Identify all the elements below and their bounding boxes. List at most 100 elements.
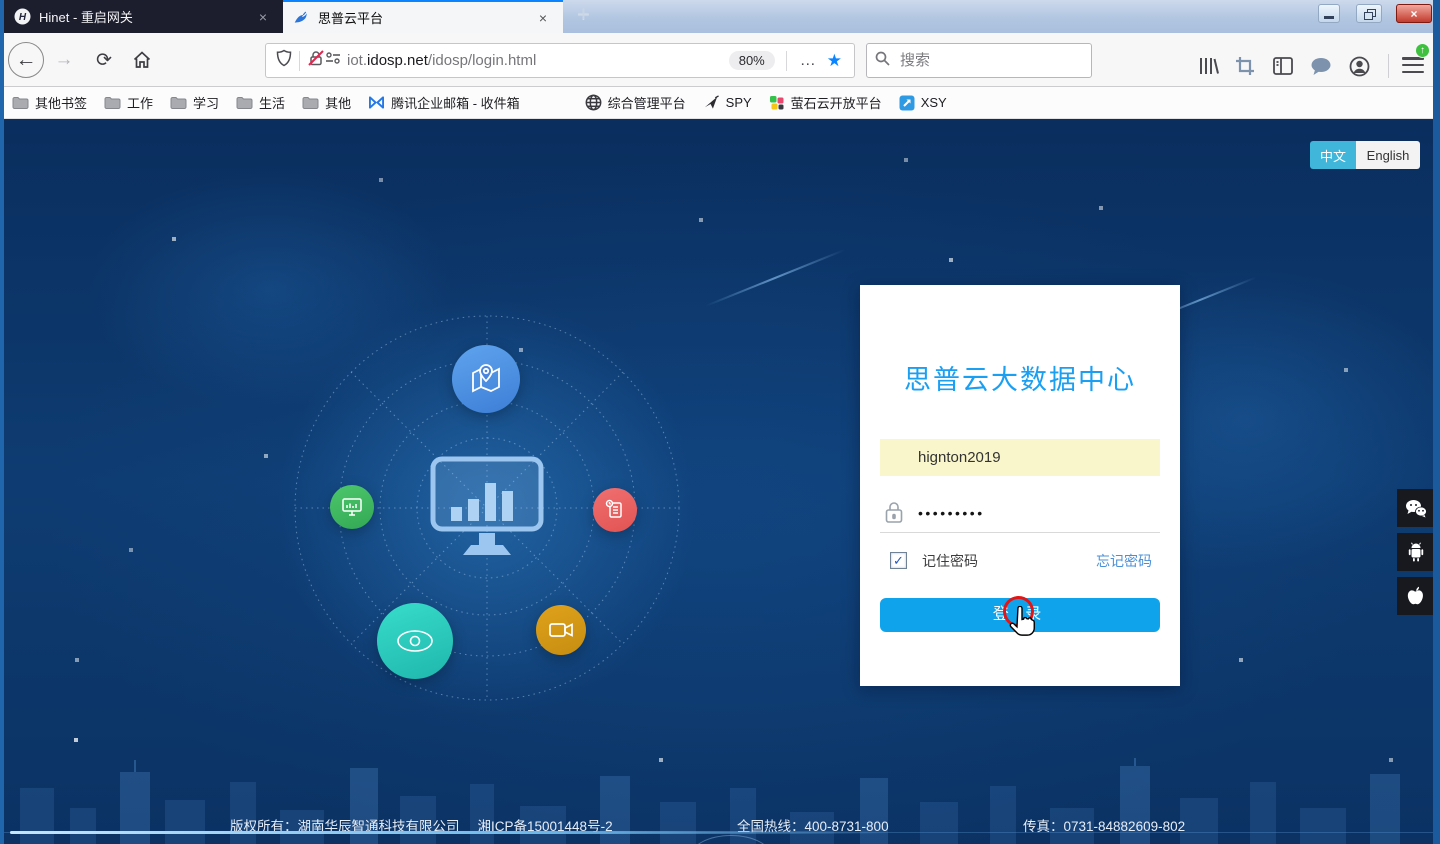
language-toggle: 中文 English [1310, 141, 1420, 169]
folder-icon [302, 96, 319, 110]
lang-english-button[interactable]: English [1356, 141, 1420, 169]
app-download-rail [1397, 489, 1435, 621]
remember-row: ✓ 记住密码 忘记密码 [860, 551, 1180, 571]
account-icon[interactable] [1347, 55, 1371, 77]
footer-highlight-line [10, 831, 888, 834]
forgot-password-link[interactable]: 忘记密码 [1096, 551, 1152, 571]
library-icon[interactable] [1196, 55, 1220, 77]
ezviz-icon [769, 95, 785, 111]
titlebar: + × [563, 0, 1433, 33]
folder-icon [236, 96, 253, 110]
monitor-icon [341, 497, 363, 517]
xsy-arrow-icon [899, 95, 915, 111]
url-bar[interactable]: iot.idosp.net/idosp/login.html 80% … ★ [265, 43, 855, 78]
password-field[interactable]: ••••••••• [880, 493, 1160, 533]
zoom-level-badge[interactable]: 80% [729, 51, 775, 70]
navigation-toolbar: ← → ⟳ iot.idosp.net/idosp/login.html 80%… [0, 33, 1440, 87]
page-actions-button[interactable]: … [794, 52, 823, 70]
svg-text:H: H [19, 12, 27, 23]
login-title: 思普云大数据中心 [860, 358, 1180, 397]
bookmark-folder-misc[interactable]: 其他 [302, 93, 351, 112]
close-window-button[interactable]: × [1396, 4, 1432, 23]
lang-chinese-button[interactable]: 中文 [1310, 141, 1356, 169]
sipu-favicon-icon [293, 9, 310, 26]
eye-icon [395, 628, 435, 654]
tab-bar: H Hinet - 重启网关 × 思普云平台 × + × [0, 0, 1440, 33]
tab-hinet[interactable]: H Hinet - 重启网关 × [4, 0, 283, 33]
wechat-icon [1405, 499, 1427, 518]
minimize-button[interactable] [1318, 4, 1340, 23]
bookmarks-bar: 其他书签 工作 学习 生活 其他 腾讯企业邮箱 - 收件箱 综合管理平台 SP [0, 87, 1440, 119]
browser-window: H Hinet - 重启网关 × 思普云平台 × + × ← → ⟳ [0, 0, 1440, 844]
hinet-favicon-icon: H [14, 8, 31, 25]
bookmark-tencent-mail[interactable]: 腾讯企业邮箱 - 收件箱 [368, 93, 520, 112]
window-border [1433, 0, 1440, 844]
android-app-button[interactable] [1397, 533, 1435, 571]
tencent-mail-icon [368, 95, 385, 110]
report-node [593, 488, 637, 532]
video-node [536, 605, 586, 655]
username-input[interactable] [880, 439, 1160, 476]
tab-title: 思普云平台 [318, 8, 533, 27]
apple-icon [1406, 585, 1426, 607]
search-icon [875, 51, 890, 71]
ios-app-button[interactable] [1397, 577, 1435, 615]
bookmark-management-platform[interactable]: 综合管理平台 [585, 93, 686, 112]
restore-icon [1364, 9, 1375, 19]
folder-icon [104, 96, 121, 110]
divider [299, 51, 300, 71]
wechat-button[interactable] [1397, 489, 1435, 527]
hand-cursor-icon [1008, 606, 1036, 640]
url-text[interactable]: iot.idosp.net/idosp/login.html [347, 52, 725, 69]
menu-button[interactable] [1402, 57, 1424, 73]
reload-button[interactable]: ⟳ [92, 47, 116, 73]
divider [1388, 54, 1389, 78]
restore-button[interactable] [1356, 4, 1382, 23]
dart-icon [703, 95, 720, 111]
minimize-icon [1324, 16, 1334, 19]
permissions-icon[interactable] [325, 51, 341, 70]
bookmark-folder-life[interactable]: 生活 [236, 93, 285, 112]
search-input[interactable] [898, 51, 1101, 70]
folder-icon [12, 96, 29, 110]
terminal-node [330, 485, 374, 529]
lock-icon [884, 500, 904, 530]
divider [786, 51, 787, 71]
insecure-lock-icon[interactable] [307, 49, 325, 72]
remember-label[interactable]: 记住密码 [922, 551, 978, 571]
monitoring-node [377, 603, 453, 679]
home-button[interactable] [130, 49, 154, 71]
bookmark-star-icon[interactable]: ★ [823, 51, 846, 71]
back-button[interactable]: ← [8, 42, 44, 78]
bookmark-xsy[interactable]: XSY [899, 95, 947, 111]
folder-icon [170, 96, 187, 110]
bookmark-folder-other-bookmarks[interactable]: 其他书签 [12, 93, 87, 112]
screenshot-crop-icon[interactable] [1233, 55, 1257, 77]
search-bar[interactable] [866, 43, 1092, 78]
android-icon [1406, 541, 1426, 563]
update-badge[interactable]: ↑ [1415, 43, 1430, 58]
globe-icon [585, 94, 602, 111]
new-tab-button[interactable]: + [577, 1, 590, 27]
video-camera-icon [548, 620, 574, 640]
bookmark-folder-study[interactable]: 学习 [170, 93, 219, 112]
close-tab-icon[interactable]: × [533, 10, 553, 26]
light-streak [705, 249, 845, 307]
sidebar-icon[interactable] [1271, 55, 1295, 77]
map-node [452, 345, 520, 413]
close-tab-icon[interactable]: × [253, 9, 273, 25]
map-pin-icon [469, 363, 503, 395]
bookmark-ezviz-platform[interactable]: 萤石云开放平台 [769, 93, 882, 112]
login-page: 中文 English 思普云大数据中心 ••••••••• ✓ 记住密码 忘记密… [0, 119, 1440, 844]
tracking-shield-icon[interactable] [276, 49, 292, 72]
forward-button[interactable]: → [52, 49, 76, 71]
remember-checkbox[interactable]: ✓ [890, 552, 907, 569]
chat-bubble-icon[interactable] [1309, 55, 1333, 77]
password-dots: ••••••••• [918, 493, 985, 533]
bookmark-spy[interactable]: SPY [703, 95, 752, 111]
tab-title: Hinet - 重启网关 [39, 7, 253, 26]
document-icon [605, 499, 625, 521]
tab-sipu-active[interactable]: 思普云平台 × [283, 0, 563, 33]
window-border [0, 0, 4, 844]
bookmark-folder-work[interactable]: 工作 [104, 93, 153, 112]
